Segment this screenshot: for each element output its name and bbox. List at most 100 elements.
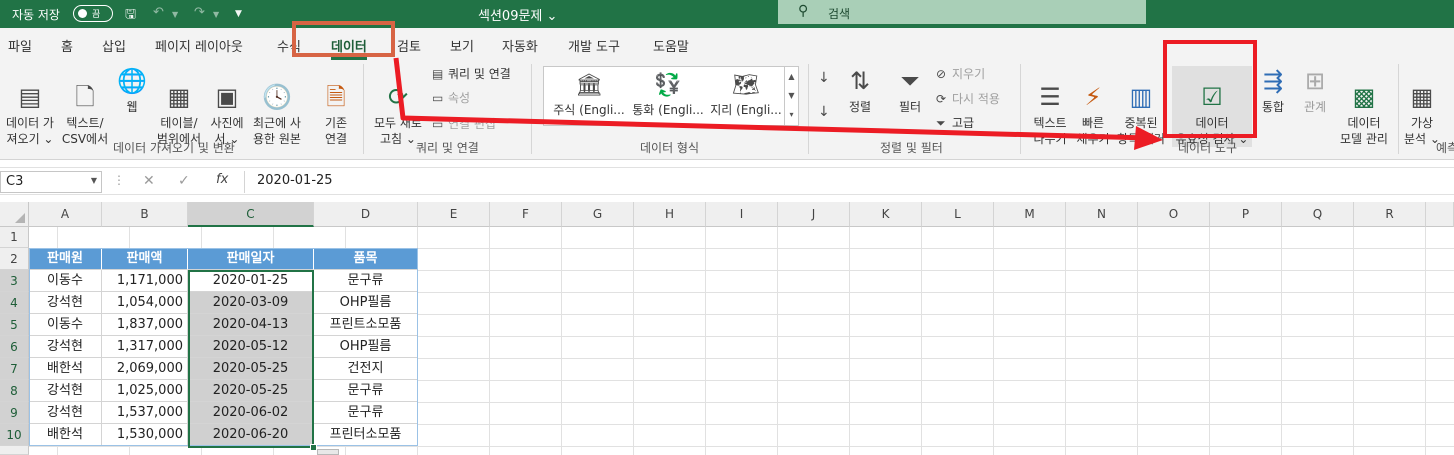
confirm-icon[interactable]: ✓ bbox=[178, 173, 190, 189]
relationships-button[interactable]: ⊞ 관계 bbox=[1296, 66, 1334, 115]
reapply-button[interactable]: ⟳ 다시 적용 bbox=[936, 90, 1000, 107]
table-cell[interactable]: 문구류 bbox=[314, 270, 418, 292]
remove-duplicates-button[interactable]: ▥ 중복된 항목 제거 bbox=[1112, 66, 1170, 147]
table-cell[interactable]: 강석현 bbox=[29, 380, 102, 402]
row-header[interactable]: 3 bbox=[0, 270, 29, 292]
recent-sources-button[interactable]: 🕓 최근에 사 용한 원본 bbox=[248, 66, 306, 147]
consolidate-button[interactable]: ⇶ 통합 bbox=[1256, 66, 1290, 115]
from-web-button[interactable]: 🌐 웹 bbox=[114, 66, 150, 115]
refresh-all-button[interactable]: ⟳ 모두 새로 고침 ⌄ bbox=[370, 66, 426, 147]
tab-file[interactable]: 파일 bbox=[8, 36, 32, 55]
text-to-columns-button[interactable]: ☰ 텍스트 나누기 bbox=[1026, 66, 1074, 147]
select-all-button[interactable] bbox=[0, 202, 29, 227]
autosave-toggle[interactable]: 끔 bbox=[73, 5, 113, 22]
search-box[interactable]: ⚲ 검색 bbox=[778, 0, 1146, 24]
column-header[interactable]: R bbox=[1354, 202, 1426, 227]
sort-descending-button[interactable]: ↓ bbox=[818, 104, 834, 120]
row-header[interactable]: 6 bbox=[0, 336, 29, 358]
manage-data-model-button[interactable]: ▩ 데이터 모델 관리 bbox=[1334, 66, 1394, 147]
table-cell[interactable]: 건전지 bbox=[314, 358, 418, 380]
customize-toolbar-icon[interactable]: ▼ bbox=[235, 9, 242, 19]
tab-review[interactable]: 검토 bbox=[397, 36, 421, 55]
undo-icon[interactable]: ↶ bbox=[153, 5, 164, 20]
row-header[interactable]: 10 bbox=[0, 424, 29, 446]
geography-data-type[interactable]: 🗺 지리 (Engli... bbox=[708, 73, 784, 118]
table-cell[interactable]: 프린트소모품 bbox=[314, 314, 418, 336]
selected-cell[interactable]: 2020-04-13 bbox=[188, 314, 314, 336]
table-cell[interactable]: 1,837,000 bbox=[102, 314, 188, 336]
table-cell[interactable]: 문구류 bbox=[314, 380, 418, 402]
formula-input[interactable]: 2020-01-25 bbox=[244, 171, 1454, 193]
table-cell[interactable]: 배한석 bbox=[29, 358, 102, 380]
tab-developer[interactable]: 개발 도구 bbox=[568, 36, 620, 55]
column-header[interactable]: O bbox=[1138, 202, 1210, 227]
row-header[interactable]: 2 bbox=[0, 248, 29, 270]
table-cell[interactable]: 배한석 bbox=[29, 424, 102, 446]
column-header[interactable]: G bbox=[562, 202, 634, 227]
column-header[interactable]: D bbox=[314, 202, 418, 227]
table-header-cell[interactable]: 판매원 bbox=[29, 248, 102, 270]
row-header[interactable]: 1 bbox=[0, 227, 29, 248]
table-header-cell[interactable]: 품목 bbox=[314, 248, 418, 270]
from-text-csv-button[interactable]: 🗋 텍스트/ CSV에서 bbox=[58, 66, 112, 147]
column-header[interactable]: E bbox=[418, 202, 490, 227]
table-cell[interactable]: 1,537,000 bbox=[102, 402, 188, 424]
redo-dropdown-icon[interactable]: ▼ bbox=[213, 10, 219, 19]
properties-button[interactable]: ▭ 속성 bbox=[432, 89, 470, 106]
column-header[interactable]: Q bbox=[1282, 202, 1354, 227]
table-cell[interactable]: 이동수 bbox=[29, 314, 102, 336]
from-table-button[interactable]: ▦ 테이블/ 범위에서 bbox=[152, 66, 206, 147]
clear-filter-button[interactable]: ⊘ 지우기 bbox=[936, 65, 985, 82]
table-cell[interactable]: 1,054,000 bbox=[102, 292, 188, 314]
table-cell[interactable]: 강석현 bbox=[29, 292, 102, 314]
table-header-cell[interactable]: 판매액 bbox=[102, 248, 188, 270]
undo-dropdown-icon[interactable]: ▼ bbox=[172, 10, 178, 19]
redo-icon[interactable]: ↷ bbox=[194, 5, 205, 20]
table-cell[interactable]: 강석현 bbox=[29, 402, 102, 424]
column-header[interactable]: P bbox=[1210, 202, 1282, 227]
row-header[interactable]: 4 bbox=[0, 292, 29, 314]
table-cell[interactable]: 1,317,000 bbox=[102, 336, 188, 358]
flash-fill-button[interactable]: ⚡ 빠른 채우기 bbox=[1074, 66, 1112, 147]
get-data-button[interactable]: ▤ 데이터 가 져오기 ⌄ bbox=[2, 66, 58, 147]
column-header[interactable]: A bbox=[29, 202, 102, 227]
table-header-cell[interactable]: 판매일자 bbox=[188, 248, 314, 270]
tab-insert[interactable]: 삽입 bbox=[102, 36, 126, 55]
currency-data-type[interactable]: 💱 통화 (Engli... bbox=[628, 73, 708, 118]
tab-home[interactable]: 홈 bbox=[61, 36, 73, 55]
row-header[interactable] bbox=[0, 446, 29, 455]
column-header[interactable]: L bbox=[922, 202, 994, 227]
sort-ascending-button[interactable]: ↓ bbox=[818, 70, 834, 86]
column-header[interactable]: I bbox=[706, 202, 778, 227]
column-header[interactable] bbox=[1426, 202, 1454, 227]
save-icon[interactable]: 🖫 bbox=[125, 5, 136, 27]
table-cell[interactable]: 2,069,000 bbox=[102, 358, 188, 380]
selected-cell[interactable]: 2020-05-25 bbox=[188, 380, 314, 402]
table-cell[interactable]: 프린터소모품 bbox=[314, 424, 418, 446]
tab-help[interactable]: 도움말 bbox=[653, 36, 689, 55]
selected-cell[interactable]: 2020-06-20 bbox=[188, 424, 314, 446]
existing-connections-button[interactable]: 🗎 기존 연결 bbox=[314, 66, 358, 147]
what-if-analysis-button[interactable]: ▦ 가상 분석 ⌄ bbox=[1402, 66, 1442, 147]
column-header[interactable]: M bbox=[994, 202, 1066, 227]
selected-cell[interactable]: 2020-06-02 bbox=[188, 402, 314, 424]
document-title[interactable]: 섹션09문제 ⌄ bbox=[478, 5, 557, 24]
column-header[interactable]: J bbox=[778, 202, 850, 227]
column-header[interactable]: N bbox=[1066, 202, 1138, 227]
queries-connections-button[interactable]: ▤ 쿼리 및 연결 bbox=[432, 65, 511, 82]
stocks-data-type[interactable]: 🏛 주식 (Engli... bbox=[552, 73, 626, 118]
selected-cell[interactable]: 2020-05-12 bbox=[188, 336, 314, 358]
table-cell[interactable]: OHP필름 bbox=[314, 336, 418, 358]
row-header[interactable]: 9 bbox=[0, 402, 29, 424]
row-header[interactable]: 5 bbox=[0, 314, 29, 336]
row-header[interactable]: 7 bbox=[0, 358, 29, 380]
table-cell[interactable]: 1,171,000 bbox=[102, 270, 188, 292]
table-cell[interactable]: 문구류 bbox=[314, 402, 418, 424]
selected-cell[interactable]: 2020-03-09 bbox=[188, 292, 314, 314]
active-cell[interactable]: 2020-01-25 bbox=[188, 270, 314, 292]
advanced-filter-button[interactable]: ⏷ 고급 bbox=[936, 114, 974, 131]
edit-links-button[interactable]: ▭ 연결 편집 bbox=[432, 115, 496, 132]
filter-button[interactable]: ⏷ 필터 bbox=[890, 66, 930, 115]
table-cell[interactable]: OHP필름 bbox=[314, 292, 418, 314]
column-header[interactable]: F bbox=[490, 202, 562, 227]
